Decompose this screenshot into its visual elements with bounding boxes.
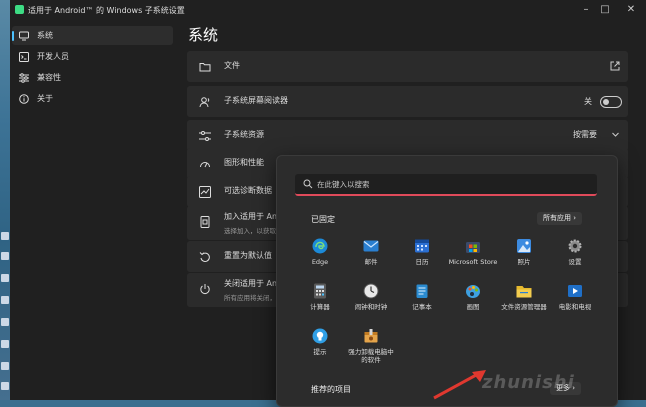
sidebar-item-label: 系统 (37, 31, 53, 40)
info-icon (19, 94, 29, 104)
notepad-icon (416, 284, 428, 298)
search-icon (303, 179, 313, 189)
card-label: 图形和性能 (224, 158, 264, 167)
watermark: zhunishi (482, 372, 575, 393)
card-screen-reader[interactable]: 子系统屏幕阅读器 关 (187, 86, 628, 117)
card-subtitle: 所有应用将关闭，适 (224, 294, 283, 302)
app-icon (15, 5, 24, 14)
photos-icon (517, 239, 531, 253)
app-label: 设置 (568, 258, 582, 266)
maximize-button[interactable]: □ (596, 3, 614, 17)
recommended-title: 推荐的项目 (311, 385, 351, 394)
folder-icon (199, 63, 211, 72)
paint-icon (466, 285, 480, 298)
sidebar-item-developer[interactable]: 开发人员 (12, 47, 173, 66)
minimize-button[interactable]: – (577, 3, 595, 17)
close-button[interactable]: ✕ (622, 3, 640, 17)
app-label: 电影和电视 (558, 303, 592, 311)
sidebar-item-system[interactable]: 系统 (12, 26, 173, 45)
edge-icon (312, 238, 328, 254)
sliders-icon (199, 131, 211, 141)
search-placeholder: 在此键入以搜索 (317, 180, 370, 189)
all-apps-button[interactable]: 所有应用 › (537, 212, 583, 225)
lightbulb-icon (312, 328, 328, 344)
sidebar-item-label: 开发人员 (37, 52, 69, 61)
sidebar-item-label: 关于 (37, 94, 53, 103)
package-icon (364, 329, 378, 343)
calendar-icon (415, 239, 429, 253)
pinned-app-uninstaller[interactable]: 强力卸载电脑中 的软件 (346, 328, 396, 368)
chevron-down-icon (612, 132, 619, 137)
card-subtitle: 选择加入，以获取适 (224, 227, 283, 235)
sidebar-item-compat[interactable]: 兼容性 (12, 68, 173, 87)
card-subsystem-resources[interactable]: 子系统资源 按需要 (187, 120, 628, 151)
device-icon (200, 216, 210, 228)
red-arrow-annotation (433, 370, 486, 400)
resources-dropdown[interactable]: 按需要 (573, 129, 597, 140)
clock-icon (363, 283, 379, 299)
reset-icon (199, 252, 210, 262)
gear-icon (568, 239, 582, 253)
start-search-box[interactable]: 在此键入以搜索 (295, 174, 597, 196)
active-indicator (12, 31, 14, 41)
card-label: 可选诊断数据 (224, 186, 272, 195)
card-label: 文件 (224, 61, 240, 70)
sidebar-item-label: 兼容性 (37, 73, 61, 82)
title-bar: 适用于 Android™ 的 Windows 子系统设置 – □ ✕ (10, 0, 646, 22)
monitor-icon (19, 31, 29, 41)
movies-icon (568, 285, 582, 297)
pinned-title: 已固定 (311, 215, 335, 224)
page-title: 系统 (188, 26, 219, 44)
folder-icon (516, 286, 532, 298)
sliders-icon (19, 73, 29, 83)
screen-reader-toggle[interactable] (600, 96, 622, 108)
app-label: 强力卸载电脑中 的软件 (348, 348, 394, 364)
sidebar-item-about[interactable]: 关于 (12, 89, 173, 108)
chart-icon (199, 186, 211, 198)
card-label: 重置为默认值 (224, 251, 272, 260)
power-icon (200, 284, 210, 294)
card-files[interactable]: 文件 (187, 51, 628, 82)
calculator-icon (314, 283, 326, 299)
pinned-app-movies-tv[interactable]: 电影和电视 (550, 283, 600, 323)
toggle-knob (603, 99, 609, 105)
narrator-icon (199, 97, 210, 108)
store-icon (466, 242, 480, 253)
window-title: 适用于 Android™ 的 Windows 子系统设置 (28, 6, 185, 15)
desktop-icons (0, 230, 10, 400)
card-label: 子系统资源 (224, 130, 264, 139)
toggle-state-label: 关 (584, 97, 592, 106)
mail-icon (363, 240, 379, 252)
card-label: 子系统屏幕阅读器 (224, 96, 288, 105)
pinned-app-settings[interactable]: 设置 (550, 238, 600, 278)
gauge-icon (200, 162, 210, 168)
open-external-icon[interactable] (610, 61, 620, 71)
dev-icon (19, 52, 29, 62)
